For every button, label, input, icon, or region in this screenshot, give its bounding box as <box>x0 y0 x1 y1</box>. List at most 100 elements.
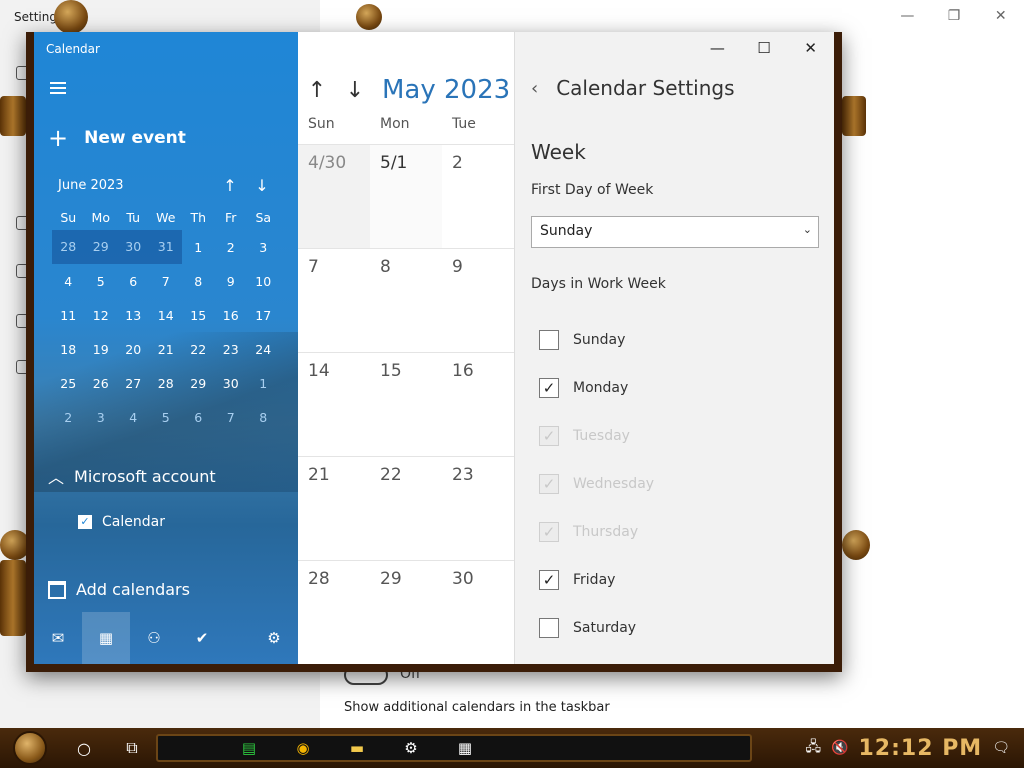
task-view-icon[interactable]: ⧉ <box>108 728 156 768</box>
mini-calendar-day[interactable]: 12 <box>85 308 118 323</box>
mini-calendar-day[interactable]: 8 <box>247 410 280 425</box>
maximize-icon[interactable]: ☐ <box>741 32 788 64</box>
mini-calendar-day[interactable]: 18 <box>52 342 85 357</box>
mini-calendar-day[interactable]: 29 <box>84 230 117 264</box>
mini-calendar-day[interactable]: 7 <box>150 274 183 289</box>
day-cell[interactable]: 14 <box>298 353 370 456</box>
mini-calendar-day[interactable]: 29 <box>182 376 215 391</box>
day-cell[interactable]: 2 <box>442 145 514 248</box>
mini-calendar-day[interactable]: 30 <box>117 230 150 264</box>
back-chevron-icon[interactable]: ‹ <box>531 78 538 99</box>
arrow-up-icon[interactable]: ↑ <box>214 176 246 195</box>
mini-calendar-day[interactable]: 8 <box>182 274 215 289</box>
mini-calendar-day[interactable]: 2 <box>52 410 85 425</box>
calendar-app-icon[interactable]: ▦ <box>438 734 492 762</box>
mini-calendar-day[interactable]: 25 <box>52 376 85 391</box>
mini-calendar-day[interactable]: 4 <box>117 410 150 425</box>
mini-calendar-day[interactable]: 15 <box>182 308 215 323</box>
day-cell[interactable]: 4/30 <box>298 145 370 248</box>
new-event-button[interactable]: + New event <box>48 126 186 150</box>
mail-icon[interactable]: ✉ <box>34 612 82 664</box>
day-cell[interactable]: 23 <box>442 457 514 560</box>
minimize-icon[interactable]: — <box>694 32 741 64</box>
mini-calendar-day[interactable]: 6 <box>117 274 150 289</box>
first-day-dropdown[interactable]: Sunday ⌄ <box>531 216 819 248</box>
background-restore-button[interactable]: ❐ <box>931 0 978 32</box>
clock[interactable]: 12:12 PM <box>859 736 983 761</box>
mini-calendar-day[interactable]: 30 <box>215 376 248 391</box>
background-close-button[interactable]: ✕ <box>977 0 1024 32</box>
mini-calendar-day[interactable]: 19 <box>85 342 118 357</box>
workday-checkbox-monday[interactable]: ✓ Monday <box>539 364 654 412</box>
mini-calendar-day[interactable]: 6 <box>182 410 215 425</box>
day-cell[interactable]: 16 <box>442 353 514 456</box>
close-icon[interactable]: ✕ <box>787 32 834 64</box>
mini-calendar-day[interactable]: 21 <box>150 342 183 357</box>
day-cell[interactable]: 30 <box>442 561 514 664</box>
day-cell[interactable]: 7 <box>298 249 370 352</box>
network-icon[interactable]: 🖧 <box>805 736 821 760</box>
workday-checkbox-sunday[interactable]: Sunday <box>539 316 654 364</box>
mini-calendar-day[interactable]: 24 <box>247 342 280 357</box>
mini-calendar-day[interactable]: 28 <box>52 230 85 264</box>
mini-calendar-day[interactable]: 2 <box>215 240 248 255</box>
chrome-icon[interactable]: ◉ <box>276 734 330 762</box>
workday-checkbox-saturday[interactable]: Saturday <box>539 604 654 652</box>
mini-calendar-day[interactable]: 23 <box>215 342 248 357</box>
volume-muted-icon[interactable]: 🔇 <box>831 740 848 756</box>
day-cell[interactable]: 8 <box>370 249 442 352</box>
mini-calendar-day[interactable]: 3 <box>247 240 280 255</box>
checkmark-icon[interactable]: ✓ <box>539 378 559 398</box>
mini-calendar-month[interactable]: June 2023 <box>58 178 214 193</box>
checkbox[interactable] <box>539 330 559 350</box>
mini-calendar-day[interactable]: 7 <box>215 410 248 425</box>
mini-calendar-day[interactable]: 16 <box>215 308 248 323</box>
menu-icon[interactable] <box>50 82 66 94</box>
day-cell[interactable]: 28 <box>298 561 370 664</box>
calendar-icon[interactable]: ▦ <box>82 612 130 664</box>
mini-calendar-day[interactable]: 5 <box>85 274 118 289</box>
arrow-down-icon[interactable]: ↓ <box>246 176 278 195</box>
day-cell[interactable]: 9 <box>442 249 514 352</box>
settings-gear-icon[interactable]: ⚙ <box>384 734 438 762</box>
add-calendars-button[interactable]: Add calendars <box>48 580 190 599</box>
checkmark-icon[interactable]: ✓ <box>539 570 559 590</box>
mini-calendar-day[interactable]: 1 <box>182 240 215 255</box>
background-minimize-button[interactable]: — <box>884 0 931 32</box>
file-explorer-icon[interactable]: ▬ <box>330 734 384 762</box>
checkbox[interactable] <box>539 618 559 638</box>
day-cell[interactable]: 5/1 <box>370 145 442 248</box>
day-cell[interactable]: 22 <box>370 457 442 560</box>
mini-calendar-day[interactable]: 22 <box>182 342 215 357</box>
mini-calendar-day[interactable]: 1 <box>247 376 280 391</box>
mini-calendar-day[interactable]: 31 <box>149 230 182 264</box>
mini-calendar-day[interactable]: 14 <box>150 308 183 323</box>
day-cell[interactable]: 21 <box>298 457 370 560</box>
mini-calendar-day[interactable]: 4 <box>52 274 85 289</box>
todo-icon[interactable]: ✔ <box>178 612 226 664</box>
mini-calendar-day[interactable]: 11 <box>52 308 85 323</box>
mini-calendar-day[interactable]: 5 <box>150 410 183 425</box>
arrow-down-icon[interactable]: ↓ <box>336 78 374 103</box>
calendar-visibility-checkbox[interactable]: ✓ Calendar <box>78 514 165 530</box>
day-cell[interactable]: 15 <box>370 353 442 456</box>
settings-gear-icon[interactable]: ⚙ <box>250 612 298 664</box>
mini-calendar-day[interactable]: 27 <box>117 376 150 391</box>
month-view-title[interactable]: May 2023 <box>382 75 510 105</box>
day-cell[interactable]: 29 <box>370 561 442 664</box>
mini-calendar-day[interactable]: 28 <box>150 376 183 391</box>
mini-calendar-day[interactable]: 20 <box>117 342 150 357</box>
mini-calendar-day[interactable]: 10 <box>247 274 280 289</box>
mini-calendar-day[interactable]: 26 <box>85 376 118 391</box>
microsoft-account-toggle[interactable]: ︿ Microsoft account <box>48 464 216 488</box>
notes-app-icon[interactable]: ▤ <box>222 734 276 762</box>
search-circle-icon[interactable]: ○ <box>60 728 108 768</box>
mini-calendar-day[interactable]: 13 <box>117 308 150 323</box>
mini-calendar-day[interactable]: 9 <box>215 274 248 289</box>
arrow-up-icon[interactable]: ↑ <box>298 78 336 103</box>
mini-calendar-day[interactable]: 3 <box>85 410 118 425</box>
mini-calendar-day[interactable]: 17 <box>247 308 280 323</box>
workday-checkbox-friday[interactable]: ✓ Friday <box>539 556 654 604</box>
people-icon[interactable]: ⚇ <box>130 612 178 664</box>
start-button[interactable] <box>0 728 60 768</box>
